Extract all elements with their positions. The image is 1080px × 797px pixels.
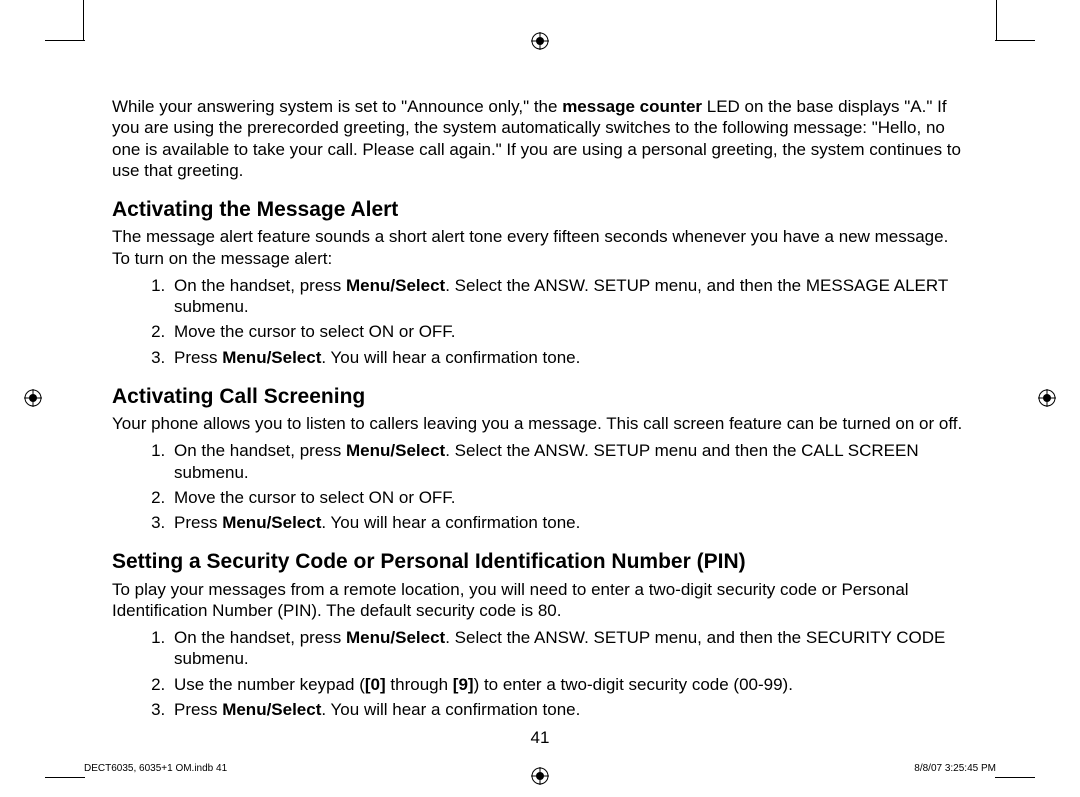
text: . You will hear a confirmation tone. — [321, 700, 580, 719]
crop-mark — [995, 777, 1035, 778]
text: On the handset, press — [174, 441, 346, 460]
step: Move the cursor to select ON or OFF. — [170, 321, 968, 342]
text: Use the number keypad ( — [174, 675, 365, 694]
registration-mark-icon — [24, 389, 42, 407]
crop-mark — [45, 777, 85, 778]
section-heading-message-alert: Activating the Message Alert — [112, 197, 968, 223]
bold-text: [0] — [365, 675, 386, 694]
step: Move the cursor to select ON or OFF. — [170, 487, 968, 508]
registration-mark-icon — [531, 32, 549, 50]
text: Press — [174, 513, 222, 532]
steps-list: On the handset, press Menu/Select. Selec… — [112, 275, 968, 368]
bold-text: Menu/Select — [222, 700, 321, 719]
step: On the handset, press Menu/Select. Selec… — [170, 440, 968, 483]
page-number: 41 — [0, 727, 1080, 748]
text: through — [386, 675, 453, 694]
crop-mark — [45, 40, 85, 41]
bold-text: message counter — [562, 97, 702, 116]
registration-mark-icon — [1038, 389, 1056, 407]
section-intro: To play your messages from a remote loca… — [112, 579, 968, 622]
crop-mark — [83, 0, 84, 40]
text: Press — [174, 700, 222, 719]
section-heading-security-code: Setting a Security Code or Personal Iden… — [112, 549, 968, 575]
text: ) to enter a two-digit security code (00… — [474, 675, 793, 694]
bold-text: Menu/Select — [346, 276, 445, 295]
crop-mark — [996, 0, 997, 40]
bold-text: Menu/Select — [346, 628, 445, 647]
step: On the handset, press Menu/Select. Selec… — [170, 627, 968, 670]
bold-text: Menu/Select — [346, 441, 445, 460]
text: On the handset, press — [174, 628, 346, 647]
text: Press — [174, 348, 222, 367]
section-heading-call-screening: Activating Call Screening — [112, 384, 968, 410]
section-intro: The message alert feature sounds a short… — [112, 226, 968, 269]
text: . You will hear a confirmation tone. — [321, 513, 580, 532]
section-intro: Your phone allows you to listen to calle… — [112, 413, 968, 434]
bold-text: Menu/Select — [222, 513, 321, 532]
step: Press Menu/Select. You will hear a confi… — [170, 512, 968, 533]
footer-filename: DECT6035, 6035+1 OM.indb 41 — [84, 763, 227, 776]
body-text: While your answering system is set to "A… — [112, 96, 968, 724]
crop-mark — [995, 40, 1035, 41]
registration-mark-icon — [531, 767, 549, 785]
text: On the handset, press — [174, 276, 346, 295]
bold-text: [9] — [453, 675, 474, 694]
step: Press Menu/Select. You will hear a confi… — [170, 699, 968, 720]
text: . You will hear a confirmation tone. — [321, 348, 580, 367]
step: Use the number keypad ([0] through [9]) … — [170, 674, 968, 695]
bold-text: Menu/Select — [222, 348, 321, 367]
text: While your answering system is set to "A… — [112, 97, 562, 116]
footer-timestamp: 8/8/07 3:25:45 PM — [914, 763, 996, 776]
step: On the handset, press Menu/Select. Selec… — [170, 275, 968, 318]
intro-paragraph: While your answering system is set to "A… — [112, 96, 968, 181]
steps-list: On the handset, press Menu/Select. Selec… — [112, 627, 968, 720]
steps-list: On the handset, press Menu/Select. Selec… — [112, 440, 968, 533]
step: Press Menu/Select. You will hear a confi… — [170, 347, 968, 368]
page: While your answering system is set to "A… — [0, 0, 1080, 797]
